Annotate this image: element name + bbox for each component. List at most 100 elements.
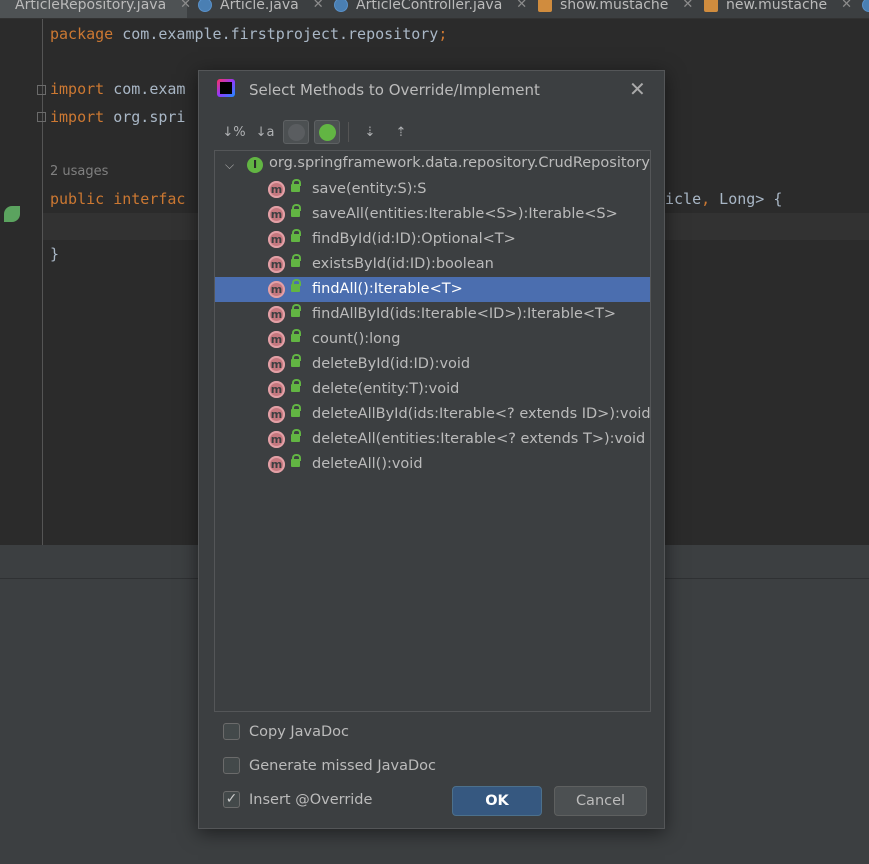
toolbar-separator [348, 122, 349, 142]
sort-alphabetically-icon[interactable]: ↓a [252, 120, 278, 144]
class-icon [334, 0, 348, 12]
close-icon[interactable]: ✕ [629, 77, 646, 101]
code-line-closing-brace: } [50, 245, 60, 263]
method-row[interactable]: m deleteById(id:ID):void [215, 352, 650, 377]
import-path: org.spri [104, 108, 186, 126]
method-row[interactable]: m delete(entity:T):void [215, 377, 650, 402]
show-classes-toggle-icon[interactable] [283, 120, 309, 144]
close-icon[interactable]: ✕ [682, 0, 693, 12]
copy-javadoc-option[interactable]: Copy JavaDoc [223, 723, 349, 740]
method-icon: m [268, 331, 285, 348]
public-visibility-icon [291, 279, 301, 292]
method-icon: m [268, 306, 285, 323]
close-icon[interactable]: ✕ [313, 0, 324, 12]
method-signature: findById(id:ID):Optional<T> [312, 231, 516, 247]
method-row[interactable]: m count():long [215, 327, 650, 352]
insert-override-option[interactable]: ✓ Insert @Override [223, 791, 372, 808]
copy-javadoc-checkbox[interactable] [223, 723, 240, 740]
class-icon [198, 0, 212, 12]
method-row[interactable]: m deleteAllById(ids:Iterable<? extends ID… [215, 402, 651, 427]
spring-bean-icon[interactable] [4, 206, 20, 222]
tab-label: ArticleController.java [356, 0, 503, 13]
tab-article[interactable]: Article.java ✕ [198, 0, 324, 18]
tab-overflow[interactable] [862, 0, 869, 18]
method-row[interactable]: m existsById(id:ID):boolean [215, 252, 650, 277]
keyword: import [50, 108, 105, 126]
ok-button[interactable]: OK [452, 786, 542, 816]
checkbox-label: Generate missed JavaDoc [249, 757, 436, 774]
code-line-import-1: import com.exam [50, 80, 185, 98]
method-signature: delete(entity:T):void [312, 381, 460, 397]
type-arg: Long> { [710, 190, 783, 208]
import-path: com.exam [104, 80, 186, 98]
method-icon: m [268, 281, 285, 298]
method-signature: existsById(id:ID):boolean [312, 256, 494, 272]
keyword: interfac [104, 190, 186, 208]
close-icon[interactable]: ✕ [841, 0, 852, 12]
public-visibility-icon [291, 379, 301, 392]
code-line-declaration: public interfac [50, 190, 185, 208]
method-signature: deleteAllById(ids:Iterable<? extends ID>… [312, 406, 651, 422]
chevron-down-icon[interactable]: ⌵ [225, 158, 234, 173]
sort-by-visibility-icon[interactable]: ↓% [221, 120, 247, 144]
method-row[interactable]: m findAllById(ids:Iterable<ID>):Iterable<… [215, 302, 650, 327]
package-name: com.example.firstproject.repository [113, 25, 439, 43]
close-icon[interactable]: ✕ [180, 0, 191, 12]
method-icon: m [268, 406, 285, 423]
public-visibility-icon [291, 429, 301, 442]
method-signature: deleteAll():void [312, 456, 423, 472]
dialog-title: Select Methods to Override/Implement [249, 81, 540, 99]
public-visibility-icon [291, 329, 301, 342]
tab-article-controller[interactable]: ArticleController.java ✕ [334, 0, 527, 18]
generate-javadoc-option[interactable]: Generate missed JavaDoc [223, 757, 436, 774]
interface-icon [318, 123, 336, 141]
keyword: public [50, 190, 105, 208]
mustache-icon [538, 0, 552, 12]
comma: , [701, 190, 711, 208]
insert-override-checkbox[interactable]: ✓ [223, 791, 240, 808]
tree-root-crud-repository[interactable]: ⌵ I org.springframework.data.repository.… [215, 152, 650, 177]
method-signature: deleteAll(entities:Iterable<? extends T>… [312, 431, 646, 447]
tab-label: show.mustache [560, 0, 669, 13]
tree-root-label: org.springframework.data.repository.Crud… [269, 155, 650, 171]
tab-show-mustache[interactable]: show.mustache ✕ [538, 0, 693, 18]
method-icon: m [268, 181, 285, 198]
fold-icon[interactable] [37, 112, 46, 122]
method-row[interactable]: m findById(id:ID):Optional<T> [215, 227, 650, 252]
close-icon[interactable]: ✕ [516, 0, 527, 12]
semicolon: ; [438, 25, 448, 43]
public-visibility-icon [291, 354, 301, 367]
public-visibility-icon [291, 204, 301, 217]
methods-tree[interactable]: ⌵ I org.springframework.data.repository.… [214, 150, 651, 712]
method-signature: findAllById(ids:Iterable<ID>):Iterable<T… [312, 306, 617, 322]
public-visibility-icon [291, 229, 301, 242]
method-row[interactable]: m deleteAll():void [215, 452, 650, 477]
usages-hint[interactable]: 2 usages [50, 164, 108, 179]
cancel-button[interactable]: Cancel [554, 786, 647, 816]
method-row[interactable]: m findAll():Iterable<T> [215, 277, 650, 302]
method-row[interactable]: m saveAll(entities:Iterable<S>):Iterable<… [215, 202, 650, 227]
tab-article-repository[interactable]: ArticleRepository.java ✕ [0, 0, 191, 18]
generate-javadoc-checkbox[interactable] [223, 757, 240, 774]
class-icon [862, 0, 869, 12]
method-icon: m [268, 206, 285, 223]
editor-tab-bar: ArticleRepository.java ✕ Article.java ✕ … [0, 0, 869, 19]
collapse-all-icon[interactable]: ⇡ [388, 120, 414, 144]
fold-icon[interactable] [37, 85, 46, 95]
show-interfaces-toggle-icon[interactable] [314, 120, 340, 144]
method-icon: m [268, 431, 285, 448]
tab-new-mustache[interactable]: new.mustache ✕ [704, 0, 852, 18]
method-signature: save(entity:S):S [312, 181, 427, 197]
expand-all-icon[interactable]: ⇣ [357, 120, 383, 144]
method-signature: deleteById(id:ID):void [312, 356, 471, 372]
public-visibility-icon [291, 304, 301, 317]
mustache-icon [704, 0, 718, 12]
keyword: package [50, 25, 114, 43]
tab-label: new.mustache [726, 0, 828, 13]
method-icon: m [268, 356, 285, 373]
method-icon: m [268, 456, 285, 473]
dialog-toolbar: ↓% ↓a ⇣ ⇡ [221, 119, 419, 145]
method-row[interactable]: m save(entity:S):S [215, 177, 650, 202]
method-row[interactable]: m deleteAll(entities:Iterable<? extends T… [215, 427, 650, 452]
override-methods-dialog: Select Methods to Override/Implement ✕ ↓… [198, 70, 665, 829]
